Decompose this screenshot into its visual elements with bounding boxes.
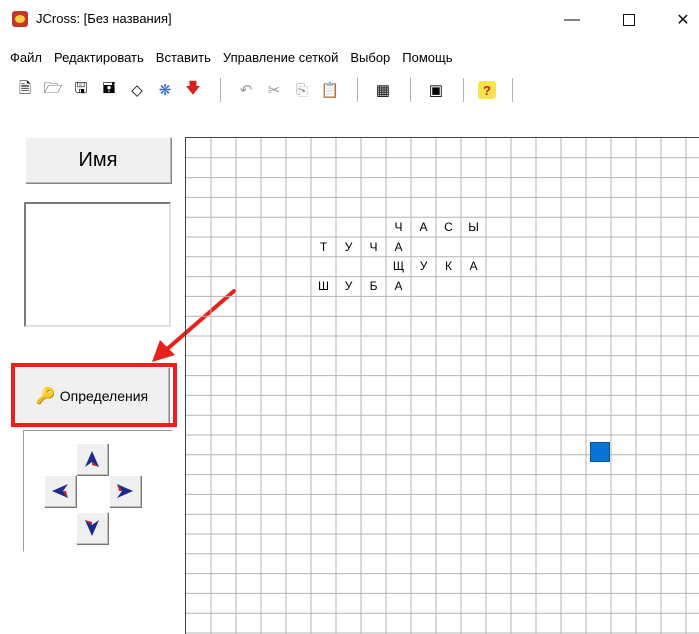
grid-letter[interactable]: А: [386, 237, 411, 256]
maximize-button[interactable]: [614, 6, 644, 34]
grid-letter[interactable]: Ш: [311, 277, 336, 296]
grid-icon[interactable]: ▦: [372, 79, 394, 101]
paste-icon[interactable]: 📋: [319, 79, 341, 101]
view-icon[interactable]: ▣: [425, 79, 447, 101]
minimize-button[interactable]: —: [557, 6, 587, 34]
grid-letter[interactable]: А: [461, 257, 486, 276]
arrow-down-icon: [85, 520, 99, 536]
definition-text-box[interactable]: [24, 202, 171, 327]
menu-edit[interactable]: Редактировать: [54, 50, 144, 65]
toolbar-separator: [220, 78, 221, 102]
grid-letter[interactable]: А: [386, 277, 411, 296]
grid-lines: [186, 138, 699, 634]
grid-letter[interactable]: А: [411, 217, 436, 236]
move-up-button[interactable]: [76, 443, 108, 475]
copy-icon[interactable]: ⎘: [291, 79, 313, 101]
grid-letter[interactable]: Ч: [386, 217, 411, 236]
grid-letter[interactable]: С: [436, 217, 461, 236]
grid-letter[interactable]: К: [436, 257, 461, 276]
move-down-button[interactable]: [76, 512, 108, 544]
menu-insert[interactable]: Вставить: [156, 50, 211, 65]
grid-letter[interactable]: Щ: [386, 257, 411, 276]
app-icon: [12, 11, 28, 27]
highlight-box: [11, 363, 177, 427]
close-button[interactable]: ✕: [668, 6, 698, 34]
arrow-left-icon: [52, 484, 68, 498]
name-button[interactable]: Имя: [25, 137, 171, 183]
new-file-icon[interactable]: 🗎: [14, 79, 36, 101]
maximize-icon: [623, 14, 635, 26]
toolbar-separator: [463, 78, 464, 102]
undo-icon[interactable]: ↶: [235, 79, 257, 101]
navigation-pad: [23, 430, 173, 552]
grid-letter[interactable]: Т: [311, 237, 336, 256]
menu-select[interactable]: Выбор: [350, 50, 390, 65]
toolbar-separator: [512, 78, 513, 102]
menu-file[interactable]: Файл: [10, 50, 42, 65]
cut-icon[interactable]: ✂: [263, 79, 285, 101]
arrow-right-icon: [117, 484, 133, 498]
toolbar-separator: [410, 78, 411, 102]
menu-help[interactable]: Помощь: [402, 50, 452, 65]
grid-letter[interactable]: У: [336, 237, 361, 256]
insert-down-icon[interactable]: 🡇: [182, 79, 204, 101]
toolbar-separator: [357, 78, 358, 102]
left-panel: Имя 🔑 Определения: [9, 130, 179, 634]
menu-bar: Файл Редактировать Вставить Управление с…: [0, 45, 453, 69]
arrow-up-icon: [85, 451, 99, 467]
grid-letter[interactable]: Ы: [461, 217, 486, 236]
grid-letter[interactable]: Ч: [361, 237, 386, 256]
web-export-icon[interactable]: ❋: [154, 79, 176, 101]
grid-cursor[interactable]: [590, 442, 610, 462]
save-as-icon[interactable]: 🖬: [98, 79, 120, 101]
help-icon[interactable]: ?: [478, 81, 496, 99]
eraser-icon[interactable]: ◇: [126, 79, 148, 101]
move-right-button[interactable]: [109, 475, 141, 507]
save-icon[interactable]: 🖫: [70, 79, 92, 101]
grid-letter[interactable]: Б: [361, 277, 386, 296]
open-folder-icon[interactable]: 🗁: [42, 79, 64, 101]
title-bar: JCross: [Без названия] — ✕: [0, 0, 699, 40]
window-title: JCross: [Без названия]: [36, 11, 172, 26]
menu-grid-control[interactable]: Управление сеткой: [223, 50, 338, 65]
toolbar: 🗎 🗁 🖫 🖬 ◇ ❋ 🡇 ↶ ✂ ⎘ 📋 ▦ ▣ ?: [0, 73, 699, 107]
grid-letter[interactable]: У: [411, 257, 436, 276]
crossword-grid[interactable]: ЧАСЫТУЧАЩУКАШУБА: [185, 137, 699, 634]
grid-letter[interactable]: У: [336, 277, 361, 296]
move-left-button[interactable]: [44, 475, 76, 507]
